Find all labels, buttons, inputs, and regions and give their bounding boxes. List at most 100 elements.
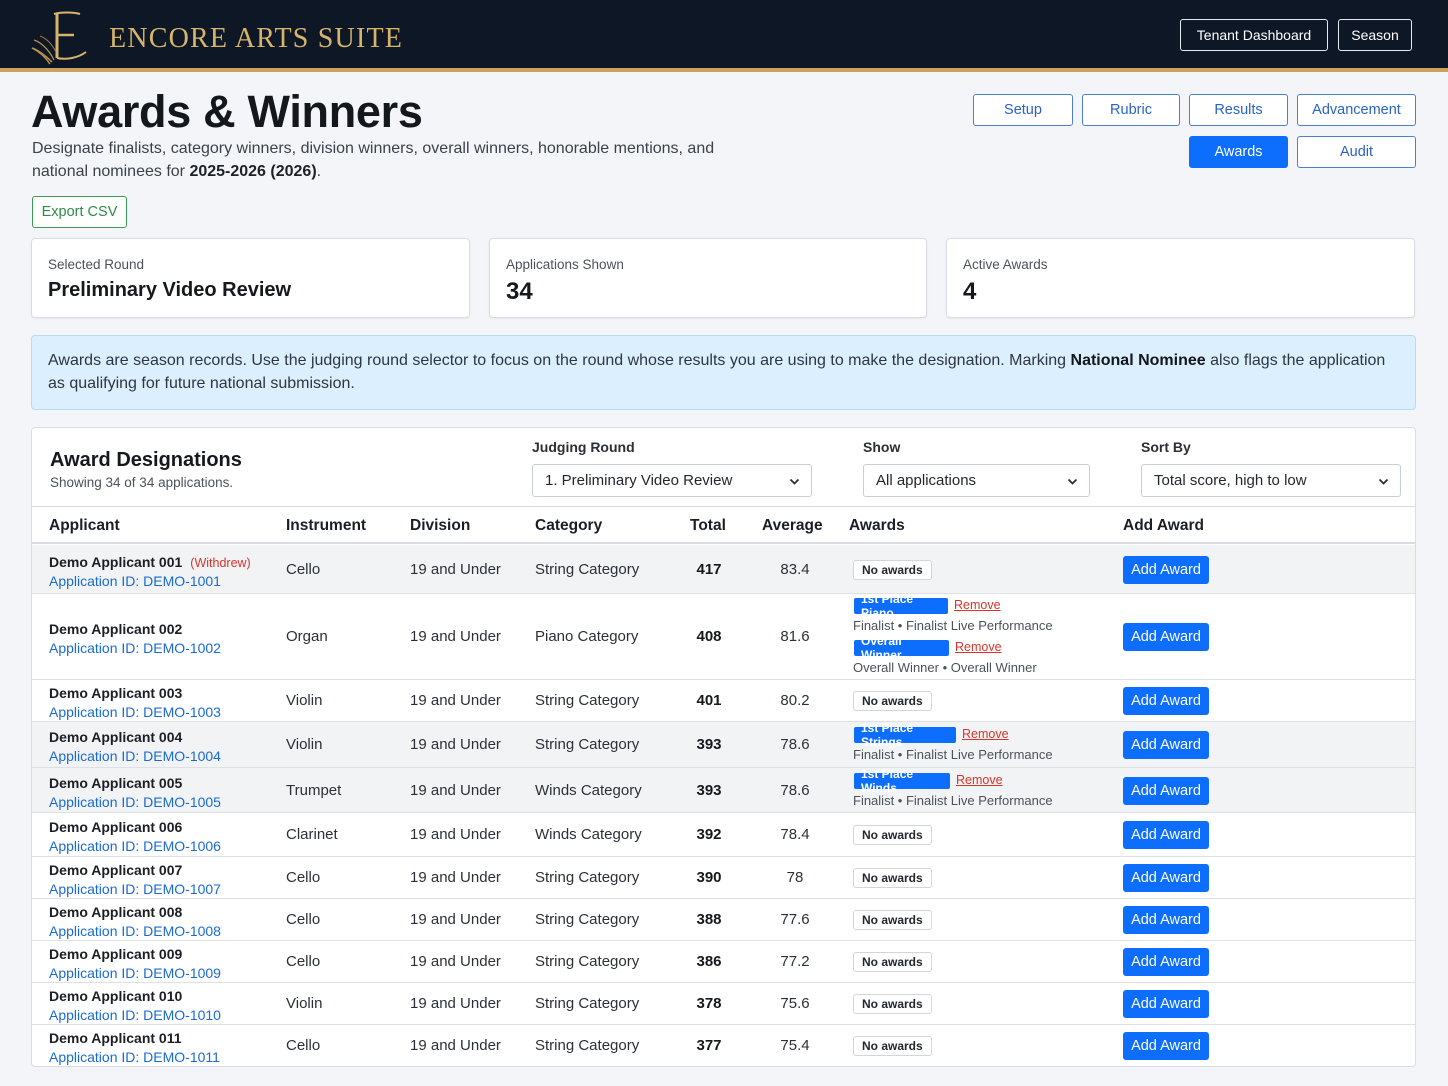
- category-cell: String Category: [535, 911, 640, 928]
- application-id-link[interactable]: Application ID: DEMO-1005: [49, 794, 221, 810]
- advancement-button[interactable]: Advancement: [1297, 94, 1416, 126]
- brand-name[interactable]: ENCORE ARTS SUITE: [109, 23, 403, 55]
- applicant-name: Demo Applicant 002: [49, 621, 182, 637]
- award-badge: 1st Place Winds: [854, 767, 950, 795]
- average-cell: 78.6: [780, 781, 810, 799]
- setup-button[interactable]: Setup: [973, 94, 1073, 126]
- chevron-down-icon: [1378, 478, 1389, 485]
- add-award-button[interactable]: Add Award: [1123, 1032, 1209, 1060]
- instrument-cell: Cello: [286, 911, 321, 928]
- audit-button[interactable]: Audit: [1297, 136, 1416, 168]
- table-row: Demo Applicant 011 Application ID: DEMO-1…: [32, 1025, 1415, 1066]
- awards-button[interactable]: Awards: [1189, 136, 1288, 168]
- application-id-link[interactable]: Application ID: DEMO-1003: [49, 704, 221, 720]
- application-id-link[interactable]: Application ID: DEMO-1008: [49, 923, 221, 939]
- table-row: Demo Applicant 009 Application ID: DEMO-1…: [32, 941, 1415, 983]
- column-header-total[interactable]: Total: [690, 517, 726, 535]
- average-cell: 78: [786, 869, 804, 886]
- judging-round-select[interactable]: 1. Preliminary Video Review: [532, 464, 812, 497]
- instrument-cell: Cello: [286, 869, 321, 886]
- application-id-link[interactable]: Application ID: DEMO-1001: [49, 573, 221, 589]
- add-award-button[interactable]: Add Award: [1123, 555, 1209, 584]
- total-cell: 393: [696, 736, 722, 753]
- average-cell: 81.6: [780, 628, 810, 645]
- application-id-link[interactable]: Application ID: DEMO-1004: [49, 748, 221, 764]
- application-id-link[interactable]: Application ID: DEMO-1007: [49, 881, 221, 897]
- add-award-button[interactable]: Add Award: [1123, 821, 1209, 849]
- total-cell: 392: [696, 826, 722, 843]
- division-cell: 19 and Under: [410, 869, 501, 886]
- tenant-dashboard-button[interactable]: Tenant Dashboard: [1180, 19, 1328, 51]
- application-id-link[interactable]: Application ID: DEMO-1011: [49, 1049, 220, 1065]
- no-awards-badge: No awards: [853, 994, 932, 1014]
- export-csv-button[interactable]: Export CSV: [32, 196, 127, 228]
- applicant-name-text: Demo Applicant 009: [49, 946, 183, 962]
- applicant-name-text: Demo Applicant 002: [49, 621, 183, 637]
- selected-round-card: Selected Round Preliminary Video Review: [31, 238, 470, 318]
- add-award-button[interactable]: Add Award: [1123, 623, 1209, 651]
- add-award-button[interactable]: Add Award: [1123, 990, 1209, 1018]
- total-cell: 408: [696, 628, 722, 645]
- division-cell: 19 and Under: [410, 911, 501, 928]
- panel-subtitle: Showing 34 of 34 applications.: [50, 475, 234, 490]
- average-cell: 75.6: [780, 995, 810, 1012]
- remove-award-link[interactable]: Remove: [955, 640, 1002, 654]
- add-award-button[interactable]: Add Award: [1123, 776, 1209, 805]
- category-cell: String Category: [535, 869, 640, 886]
- results-button[interactable]: Results: [1189, 94, 1288, 126]
- award-detail: Finalist • Finalist Live Performance: [853, 747, 1053, 762]
- award-badge: 1st Place Piano: [854, 592, 948, 620]
- chevron-down-icon: [1067, 478, 1078, 485]
- top-navbar: ENCORE ARTS SUITE Tenant Dashboard Seaso…: [0, 0, 1448, 72]
- division-cell: 19 and Under: [410, 995, 501, 1012]
- application-id-link[interactable]: Application ID: DEMO-1006: [49, 838, 221, 854]
- division-cell: 19 and Under: [410, 560, 501, 578]
- season-button[interactable]: Season: [1338, 19, 1412, 51]
- application-id-link[interactable]: Application ID: DEMO-1009: [49, 965, 221, 981]
- remove-award-link[interactable]: Remove: [962, 727, 1009, 741]
- remove-award-link[interactable]: Remove: [956, 773, 1003, 787]
- show-select[interactable]: All applications: [863, 464, 1090, 497]
- column-header-division[interactable]: Division: [410, 517, 470, 535]
- table-row: Demo Applicant 007 Application ID: DEMO-1…: [32, 857, 1415, 899]
- applicant-name: Demo Applicant 001 (Withdrew): [49, 554, 251, 570]
- add-award-button[interactable]: Add Award: [1123, 864, 1209, 892]
- column-header-applicant[interactable]: Applicant: [49, 517, 120, 535]
- applicant-name-text: Demo Applicant 006: [49, 819, 183, 835]
- instrument-cell: Violin: [286, 736, 323, 753]
- division-cell: 19 and Under: [410, 628, 501, 645]
- instrument-cell: Cello: [286, 953, 321, 970]
- add-award-button[interactable]: Add Award: [1123, 948, 1209, 976]
- column-header-average[interactable]: Average: [762, 517, 823, 535]
- add-award-button[interactable]: Add Award: [1123, 687, 1209, 715]
- table-row: Demo Applicant 003 Application ID: DEMO-1…: [32, 680, 1415, 722]
- column-header-awards[interactable]: Awards: [849, 517, 905, 535]
- column-header-category[interactable]: Category: [535, 517, 602, 535]
- column-header-instrument[interactable]: Instrument: [286, 517, 366, 535]
- no-awards-badge: No awards: [853, 559, 932, 580]
- encore-logo-icon[interactable]: [30, 8, 92, 66]
- remove-award-link[interactable]: Remove: [954, 598, 1001, 612]
- column-header-add-award[interactable]: Add Award: [1123, 517, 1204, 535]
- rubric-button[interactable]: Rubric: [1082, 94, 1180, 126]
- stat-label: Applications Shown: [506, 257, 624, 272]
- show-label: Show: [863, 439, 901, 455]
- application-id-link[interactable]: Application ID: DEMO-1002: [49, 640, 221, 656]
- applicant-name-text: Demo Applicant 003: [49, 685, 183, 701]
- stat-value: Preliminary Video Review: [48, 279, 292, 301]
- add-award-button[interactable]: Add Award: [1123, 731, 1209, 759]
- division-cell: 19 and Under: [410, 736, 501, 753]
- category-cell: Winds Category: [535, 781, 642, 799]
- instrument-cell: Organ: [286, 628, 328, 645]
- judging-round-label: Judging Round: [532, 439, 635, 455]
- applicant-name-text: Demo Applicant 008: [49, 904, 183, 920]
- total-cell: 386: [696, 953, 722, 970]
- category-cell: String Category: [535, 1037, 640, 1054]
- application-id-link[interactable]: Application ID: DEMO-1010: [49, 1007, 221, 1023]
- applicant-name-text: Demo Applicant 011: [49, 1030, 182, 1046]
- division-cell: 19 and Under: [410, 826, 501, 843]
- sort-by-select[interactable]: Total score, high to low: [1141, 464, 1401, 497]
- add-award-button[interactable]: Add Award: [1123, 906, 1209, 934]
- award-detail: Finalist • Finalist Live Performance: [853, 792, 1053, 808]
- award-badge: Overall Winner: [854, 634, 949, 662]
